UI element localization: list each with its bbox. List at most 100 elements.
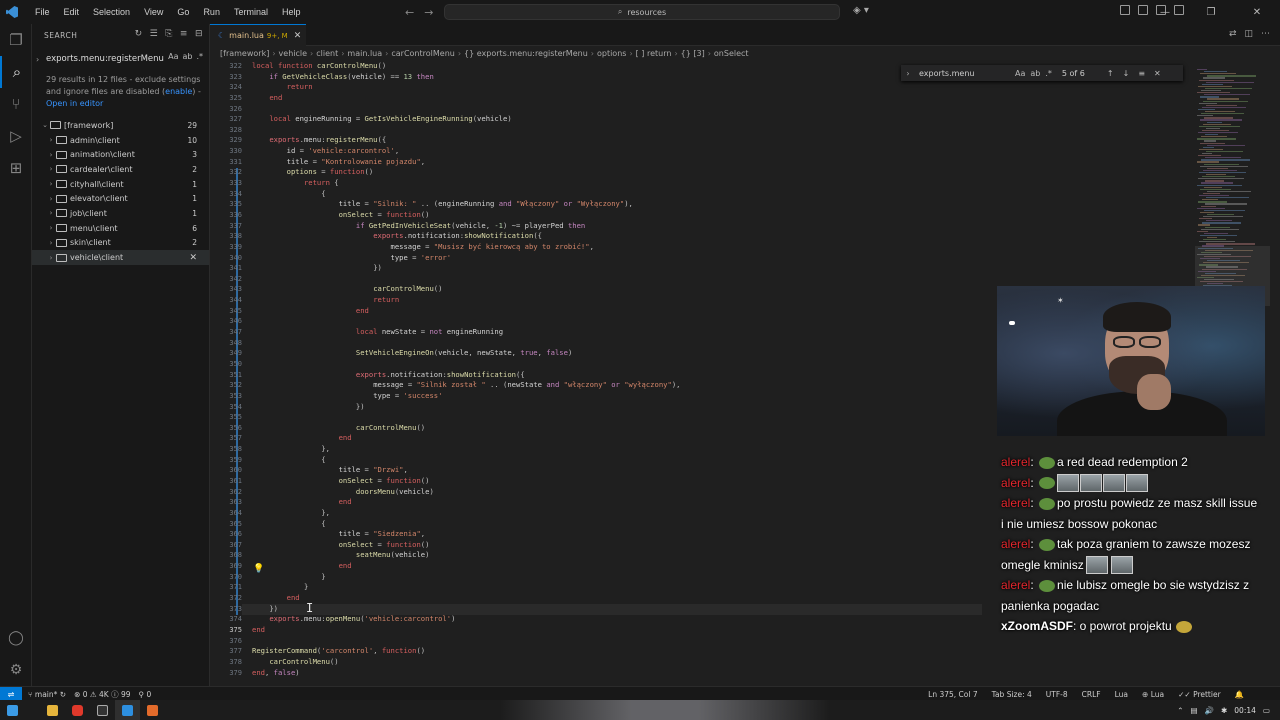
regex-icon[interactable]: .*	[196, 52, 203, 61]
line-number: 337	[229, 221, 242, 230]
tree-item[interactable]: › cardealer\client 2	[32, 162, 209, 177]
network-icon[interactable]: ▤	[1191, 706, 1198, 715]
tree-item-selected[interactable]: › vehicle\client ✕	[32, 250, 209, 265]
forward-arrow-icon[interactable]: →	[424, 6, 433, 19]
tab-size[interactable]: Tab Size: 4	[992, 690, 1032, 699]
more-actions-icon[interactable]: ⋯	[1261, 29, 1270, 39]
back-arrow-icon[interactable]: ←	[405, 6, 414, 19]
problems-status[interactable]: ⊗ 0 ⚠ 4K ⓘ 99	[74, 689, 130, 700]
whole-word-icon[interactable]: ab	[182, 52, 192, 61]
clock[interactable]: 00:14	[1234, 706, 1256, 715]
previous-match-icon[interactable]: ↑	[1107, 69, 1114, 78]
run-debug-icon[interactable]: ▷	[0, 120, 32, 152]
menu-help[interactable]: Help	[275, 0, 308, 24]
windows-start-icon[interactable]	[0, 700, 25, 720]
match-count: 2	[192, 238, 197, 248]
enable-link[interactable]: enable	[165, 87, 192, 96]
open-in-editor-link[interactable]: Open in editor	[46, 98, 209, 110]
view-as-tree-icon[interactable]: ≡	[180, 29, 188, 39]
breadcrumb-item[interactable]: onSelect	[714, 49, 749, 58]
split-editor-icon[interactable]: ◫	[1244, 29, 1253, 39]
manage-gear-icon[interactable]: ⚙	[0, 654, 32, 686]
tree-root-framework[interactable]: ⌄ [framework] 29	[32, 118, 209, 133]
cursor-position[interactable]: Ln 375, Col 7	[928, 690, 977, 699]
account-icon[interactable]: ◯	[0, 622, 32, 654]
find-navigation: ↑ ↓ ≡ ✕	[1107, 69, 1161, 78]
code-line-text: },	[321, 507, 330, 517]
match-case-icon[interactable]: Aa	[1015, 69, 1025, 78]
find-input[interactable]: exports.menu	[915, 69, 1015, 78]
tree-item[interactable]: › elevator\client 1	[32, 191, 209, 206]
source-control-icon[interactable]: ⑂	[0, 88, 32, 120]
tree-item[interactable]: › skin\client 2	[32, 236, 209, 251]
lightbulb-icon[interactable]: 💡	[253, 564, 264, 574]
extensions-icon[interactable]: ⊞	[0, 152, 32, 184]
bluetooth-icon[interactable]: ✱	[1221, 706, 1227, 715]
file-explorer-taskbar-icon[interactable]	[40, 700, 65, 720]
vscode-taskbar-icon[interactable]	[115, 700, 140, 720]
search-view-icon[interactable]: ⌕	[0, 56, 32, 88]
refresh-icon[interactable]: ↻	[135, 29, 143, 39]
breadcrumb-item[interactable]: [ ] return	[636, 49, 672, 58]
menu-go[interactable]: Go	[170, 0, 196, 24]
brave-browser-taskbar-icon[interactable]	[65, 700, 90, 720]
toggle-primary-sidebar-icon[interactable]	[1120, 5, 1130, 15]
clear-results-icon[interactable]: ☰	[150, 29, 159, 39]
lua-extension-status[interactable]: ⊕ Lua	[1142, 690, 1164, 699]
new-search-editor-icon[interactable]: ⎘	[165, 29, 173, 39]
end-of-line[interactable]: CRLF	[1082, 690, 1101, 699]
breadcrumb-item[interactable]: options	[597, 49, 626, 58]
tab-main-lua[interactable]: ☾ main.lua 9+, M ✕	[210, 24, 306, 46]
close-window-icon[interactable]: ✕	[1234, 0, 1280, 24]
breadcrumb-item[interactable]: {} exports.menu:registerMenu	[464, 49, 588, 58]
search-input[interactable]: › exports.menu:registerMenu Aa ab .*	[36, 50, 203, 68]
branch-status[interactable]: ⑂ main* ↻	[28, 690, 66, 699]
close-find-icon[interactable]: ✕	[1154, 69, 1161, 78]
prettier-status[interactable]: ✓✓ Prettier	[1178, 690, 1221, 699]
command-center[interactable]: ⌕ resources	[444, 4, 840, 20]
tree-item[interactable]: › animation\client 3	[32, 147, 209, 162]
breadcrumb-item[interactable]: [framework]	[220, 49, 269, 58]
tray-chevron-icon[interactable]: ⌃	[1177, 706, 1183, 715]
app-taskbar-icon[interactable]	[140, 700, 165, 720]
copilot-icon[interactable]: ◈ ▾	[853, 5, 869, 16]
breadcrumb-item[interactable]: {} [3]	[681, 49, 705, 58]
next-match-icon[interactable]: ↓	[1123, 69, 1130, 78]
restore-icon[interactable]: ❐	[1188, 0, 1234, 24]
tree-item[interactable]: › admin\client 10	[32, 133, 209, 148]
match-case-icon[interactable]: Aa	[168, 52, 178, 61]
compare-icon[interactable]: ⇄	[1229, 29, 1237, 39]
tree-item[interactable]: › cityhall\client 1	[32, 177, 209, 192]
breadcrumb-item[interactable]: vehicle	[279, 49, 308, 58]
tree-item[interactable]: › menu\client 6	[32, 221, 209, 236]
line-number: 359	[229, 455, 242, 464]
breadcrumb-item[interactable]: client	[316, 49, 338, 58]
collapse-all-icon[interactable]: ⊟	[195, 29, 203, 39]
dismiss-icon[interactable]: ✕	[189, 253, 197, 263]
menu-selection[interactable]: Selection	[86, 0, 137, 24]
whole-word-icon[interactable]: ab	[1030, 69, 1040, 78]
minimize-icon[interactable]: —	[1142, 0, 1188, 24]
breadcrumb-item[interactable]: main.lua	[347, 49, 382, 58]
menu-edit[interactable]: Edit	[57, 0, 87, 24]
language-mode[interactable]: Lua	[1115, 690, 1128, 699]
ports-status[interactable]: ⚲ 0	[139, 690, 152, 699]
find-in-selection-icon[interactable]: ≡	[1138, 69, 1145, 78]
close-tab-icon[interactable]: ✕	[294, 31, 302, 41]
tree-item[interactable]: › job\client 1	[32, 206, 209, 221]
toggle-replace-icon[interactable]: ›	[901, 69, 915, 78]
explorer-icon[interactable]: ❐	[0, 24, 32, 56]
menu-file[interactable]: File	[28, 0, 57, 24]
terminal-taskbar-icon[interactable]	[90, 700, 115, 720]
notifications-bell-icon[interactable]: 🔔	[1235, 690, 1244, 699]
volume-icon[interactable]: 🔊	[1205, 706, 1214, 715]
menu-view[interactable]: View	[137, 0, 170, 24]
toggle-replace-icon[interactable]: ›	[36, 55, 39, 64]
menu-terminal[interactable]: Terminal	[227, 0, 275, 24]
regex-icon[interactable]: .*	[1045, 69, 1052, 78]
remote-indicator-icon[interactable]: ⇌	[0, 687, 22, 701]
menu-run[interactable]: Run	[196, 0, 227, 24]
notification-center-icon[interactable]: ▭	[1263, 706, 1270, 715]
encoding[interactable]: UTF-8	[1046, 690, 1068, 699]
breadcrumb-item[interactable]: carControlMenu	[391, 49, 454, 58]
